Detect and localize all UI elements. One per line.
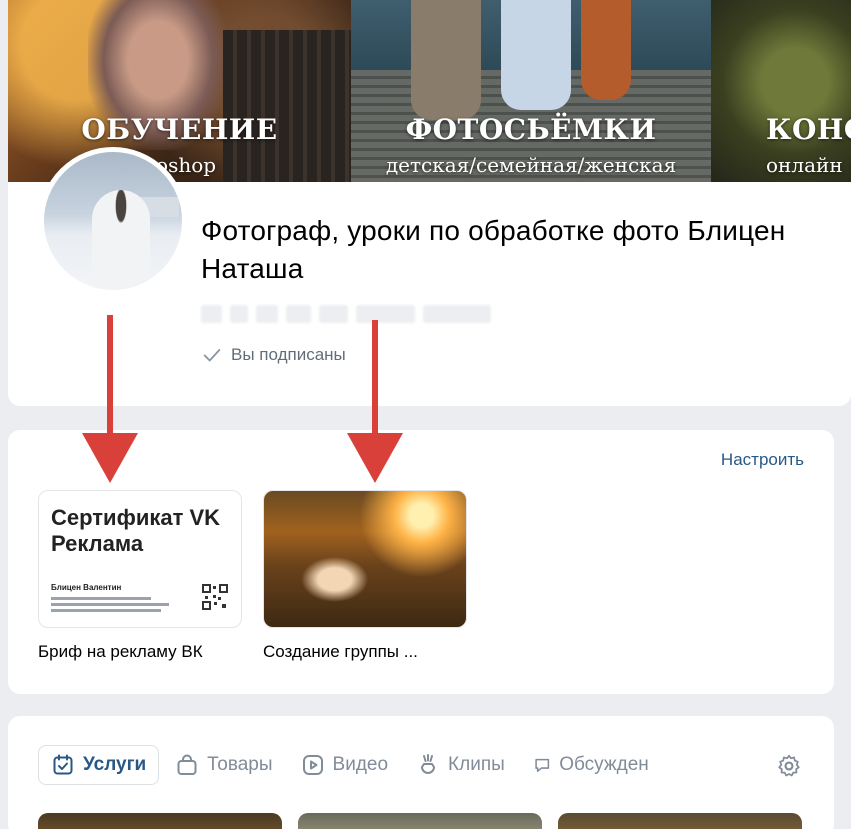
cover-panel-photoshoots: ФОТОСЬЁМКИ детская/семейная/женская [351, 0, 711, 182]
link-item-group-creation[interactable]: Создание группы ... [263, 490, 469, 662]
certificate-text-lines [51, 597, 171, 615]
red-arrow-icon [347, 320, 403, 483]
cover-subtitle-learning: toshop [148, 153, 217, 177]
tab-label: Видео [332, 754, 389, 775]
section-tabs: Услуги Товары Видео Клипы Обсужден [38, 745, 665, 785]
video-play-icon [302, 755, 323, 775]
avatar-figure-image [92, 190, 150, 290]
child-photo-thumbnail [263, 490, 467, 628]
cover-title-photoshoots: ФОТОСЬЁМКИ [405, 113, 657, 146]
community-avatar[interactable] [39, 147, 187, 295]
red-arrow-icon [82, 315, 138, 483]
cover-panel-consult: КОНС онлайн [711, 0, 851, 182]
gear-icon[interactable] [776, 753, 802, 779]
link-item-brief[interactable]: Сертификат VK Реклама Блицен Валентин Бр… [38, 490, 244, 662]
subscribed-label: Вы подписаны [231, 345, 346, 364]
service-thumbnail[interactable] [38, 813, 282, 829]
check-icon [203, 349, 221, 362]
tab-goods[interactable]: Товары [163, 745, 284, 785]
subscribed-status[interactable]: Вы подписаны [201, 344, 346, 366]
cover-title-learning: ОБУЧЕНИЕ [81, 113, 278, 146]
certificate-name: Блицен Валентин [51, 583, 122, 592]
calendar-check-icon [53, 754, 73, 775]
certificate-thumbnail: Сертификат VK Реклама Блицен Валентин [38, 490, 242, 628]
cover-subtitle-consult: онлайн [766, 153, 843, 177]
shopping-bag-icon [177, 754, 197, 775]
page: ОБУЧЕНИЕ toshop ФОТОСЬЁМКИ детская/семей… [0, 0, 851, 829]
qr-code-icon [201, 583, 229, 611]
service-thumbnail[interactable] [558, 813, 802, 829]
service-thumbnail[interactable] [298, 813, 542, 829]
comments-icon [535, 758, 549, 772]
link-caption-brief: Бриф на рекламу ВК [38, 642, 203, 661]
tab-discussions[interactable]: Обсужден [521, 745, 661, 785]
cover-panel-learning: ОБУЧЕНИЕ toshop [8, 0, 351, 182]
cover-kid-image [581, 0, 631, 100]
cover-kid-image [501, 0, 571, 110]
tab-label: Услуги [83, 754, 147, 775]
configure-link[interactable]: Настроить [721, 450, 804, 470]
tab-label: Обсужден [559, 754, 649, 775]
tab-services[interactable]: Услуги [38, 745, 160, 785]
clips-icon [421, 754, 436, 774]
tab-label: Клипы [448, 754, 505, 775]
service-thumbnails [38, 813, 802, 829]
tab-label: Товары [207, 754, 273, 775]
cover-subtitle-photoshoots: детская/семейная/женская [385, 153, 677, 177]
link-caption-group-creation: Создание группы ... [263, 642, 418, 661]
cover-title-consult: КОНС [766, 113, 851, 146]
cover-kid-image [411, 0, 481, 120]
sections-card: Услуги Товары Видео Клипы Обсужден [8, 716, 834, 829]
tab-clips[interactable]: Клипы [404, 745, 517, 785]
certificate-title: Сертификат VK Реклама [51, 505, 221, 556]
page-title: Фотограф, уроки по обработке фото Блицен… [201, 215, 786, 284]
tab-video[interactable]: Видео [289, 745, 401, 785]
